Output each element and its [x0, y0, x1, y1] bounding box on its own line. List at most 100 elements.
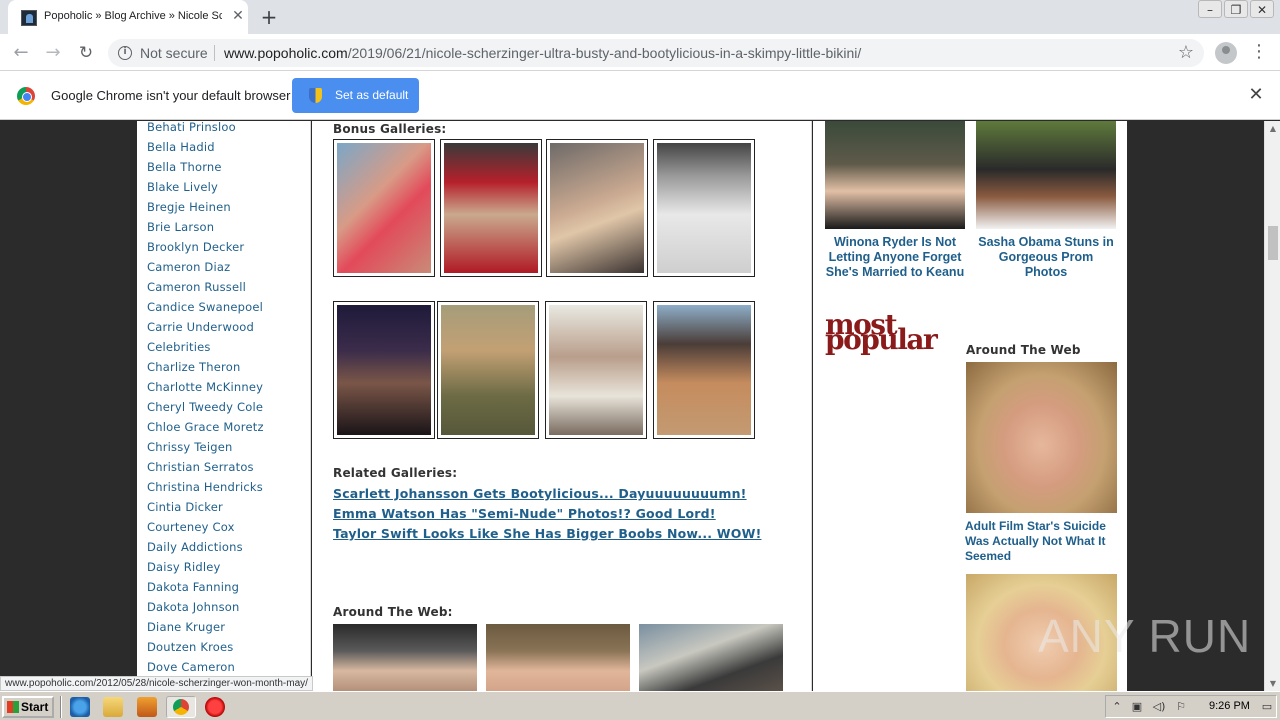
- gallery-thumbnail[interactable]: [545, 301, 647, 439]
- category-link[interactable]: Christina Hendricks: [147, 481, 264, 501]
- category-link[interactable]: Diane Kruger: [147, 621, 264, 641]
- street-photo: [441, 305, 535, 435]
- taskbar-clock[interactable]: 9:26 PM: [1209, 700, 1250, 712]
- category-link[interactable]: Blake Lively: [147, 181, 264, 201]
- infobar-close-icon[interactable]: ✕: [1246, 85, 1266, 105]
- gallery-thumbnail[interactable]: [653, 139, 755, 277]
- category-link[interactable]: Cintia Dicker: [147, 501, 264, 521]
- internet-explorer-icon[interactable]: [70, 697, 90, 717]
- gallery-thumbnail[interactable]: [437, 301, 539, 439]
- category-link[interactable]: Dakota Johnson: [147, 601, 264, 621]
- celebrity-news-image[interactable]: [976, 121, 1116, 229]
- news-caption-link[interactable]: Sasha Obama Stuns in Gorgeous Prom Photo…: [976, 235, 1116, 280]
- window-controls: – ❐ ✕: [1196, 0, 1274, 20]
- bookmark-star-icon[interactable]: ☆: [1178, 42, 1194, 63]
- uac-shield-icon: [309, 88, 322, 103]
- related-link[interactable]: Scarlett Johansson Gets Bootylicious... …: [333, 486, 747, 501]
- category-link[interactable]: Dakota Fanning: [147, 581, 264, 601]
- category-link[interactable]: Cameron Russell: [147, 281, 264, 301]
- magazine-cover-photo: [549, 305, 643, 435]
- url-text[interactable]: www.popoholic.com/2019/06/21/nicole-sche…: [224, 45, 861, 61]
- category-link[interactable]: Bella Hadid: [147, 141, 264, 161]
- around-web-thumbnail[interactable]: [333, 624, 477, 691]
- site-favicon-icon: [21, 10, 37, 26]
- category-link[interactable]: Cameron Diaz: [147, 261, 264, 281]
- opera-icon[interactable]: [205, 697, 225, 717]
- around-web-thumbnail[interactable]: [486, 624, 630, 691]
- network-icon[interactable]: ▣: [1130, 700, 1144, 714]
- category-list: Behati Prinsloo Bella Hadid Bella Thorne Bl…: [147, 121, 264, 681]
- tab-title: Popoholic » Blog Archive » Nicole Scherz…: [44, 10, 222, 22]
- volume-icon[interactable]: ◁): [1152, 700, 1166, 714]
- folder-icon[interactable]: [103, 697, 123, 717]
- media-player-icon[interactable]: [137, 697, 157, 717]
- vertical-scrollbar[interactable]: ▲ ▼: [1264, 121, 1280, 691]
- gallery-thumbnail[interactable]: [546, 139, 648, 277]
- minimize-icon[interactable]: –: [1198, 0, 1222, 18]
- gallery-thumbnail[interactable]: [333, 301, 435, 439]
- category-link[interactable]: Daisy Ridley: [147, 561, 264, 581]
- category-link[interactable]: Bella Thorne: [147, 161, 264, 181]
- most-popular-logo[interactable]: most popular: [825, 311, 943, 354]
- show-desktop-icon[interactable]: ▭: [1260, 700, 1274, 714]
- bonus-galleries-heading: Bonus Galleries:: [333, 122, 447, 136]
- scroll-down-icon[interactable]: ▼: [1268, 679, 1278, 688]
- category-link[interactable]: Charlotte McKinney: [147, 381, 264, 401]
- chrome-icon: [173, 699, 189, 715]
- main-column: Bonus Galleries: Related Galleries: Scar…: [312, 121, 812, 691]
- not-secure-label[interactable]: Not secure: [140, 45, 208, 61]
- new-tab-button[interactable]: +: [258, 6, 280, 28]
- default-browser-infobar: Google Chrome isn't your default browser…: [0, 71, 1280, 120]
- gallery-thumbnail[interactable]: [440, 139, 542, 277]
- start-button[interactable]: Start: [2, 696, 54, 718]
- sponsored-ad-caption[interactable]: Adult Film Star's Suicide Was Actually N…: [965, 519, 1115, 564]
- chrome-logo-icon: [17, 87, 35, 105]
- sponsored-ad-image[interactable]: [966, 362, 1117, 513]
- category-link[interactable]: Behati Prinsloo: [147, 121, 264, 141]
- related-link[interactable]: Taylor Swift Looks Like She Has Bigger B…: [333, 526, 761, 541]
- profile-avatar-icon[interactable]: [1215, 42, 1237, 64]
- address-bar[interactable]: i Not secure www.popoholic.com/2019/06/2…: [108, 39, 1204, 67]
- url-path: /2019/06/21/nicole-scherzinger-ultra-bus…: [347, 45, 862, 61]
- forward-arrow-icon[interactable]: →: [41, 41, 65, 65]
- related-link[interactable]: Emma Watson Has "Semi-Nude" Photos!? Goo…: [333, 506, 716, 521]
- action-center-flag-icon[interactable]: ⚐: [1174, 700, 1188, 714]
- set-as-default-button[interactable]: Set as default: [292, 78, 419, 113]
- infobar-message: Google Chrome isn't your default browser: [51, 88, 291, 103]
- category-link[interactable]: Cheryl Tweedy Cole: [147, 401, 264, 421]
- celebrity-news-image[interactable]: [825, 121, 965, 229]
- scroll-up-icon[interactable]: ▲: [1268, 124, 1278, 133]
- gallery-thumbnail[interactable]: [653, 301, 755, 439]
- category-link[interactable]: Brie Larson: [147, 221, 264, 241]
- kebab-menu-icon[interactable]: ⋮: [1250, 41, 1268, 65]
- category-link[interactable]: Chrissy Teigen: [147, 441, 264, 461]
- close-window-icon[interactable]: ✕: [1250, 0, 1274, 18]
- back-arrow-icon[interactable]: ←: [9, 41, 33, 65]
- around-web-thumbnail[interactable]: [639, 624, 783, 691]
- tray-expand-icon[interactable]: ⌃: [1110, 700, 1124, 714]
- scrollbar-thumb[interactable]: [1268, 226, 1278, 260]
- category-link[interactable]: Courteney Cox: [147, 521, 264, 541]
- info-icon[interactable]: i: [118, 46, 132, 60]
- category-link[interactable]: Bregje Heinen: [147, 201, 264, 221]
- category-link[interactable]: Chloe Grace Moretz: [147, 421, 264, 441]
- category-link[interactable]: Charlize Theron: [147, 361, 264, 381]
- news-caption-link[interactable]: Winona Ryder Is Not Letting Anyone Forge…: [825, 235, 965, 280]
- category-link[interactable]: Daily Addictions: [147, 541, 264, 561]
- category-link[interactable]: Carrie Underwood: [147, 321, 264, 341]
- category-link[interactable]: Christian Serratos: [147, 461, 264, 481]
- gallery-thumbnail[interactable]: [333, 139, 435, 277]
- windows-flag-icon: [7, 701, 19, 713]
- category-link[interactable]: Celebrities: [147, 341, 264, 361]
- tab-close-icon[interactable]: ✕: [230, 8, 246, 24]
- browser-tab[interactable]: Popoholic » Blog Archive » Nicole Scherz…: [8, 0, 248, 34]
- restore-icon[interactable]: ❐: [1224, 0, 1248, 18]
- category-link[interactable]: Doutzen Kroes: [147, 641, 264, 661]
- reload-icon[interactable]: ↻: [74, 41, 98, 65]
- category-link[interactable]: Brooklyn Decker: [147, 241, 264, 261]
- chrome-taskbar-button[interactable]: [166, 696, 196, 718]
- page-background-right: [1127, 121, 1264, 691]
- related-galleries-heading: Related Galleries:: [333, 466, 458, 480]
- red-carpet-photo: [444, 143, 538, 273]
- category-link[interactable]: Candice Swanepoel: [147, 301, 264, 321]
